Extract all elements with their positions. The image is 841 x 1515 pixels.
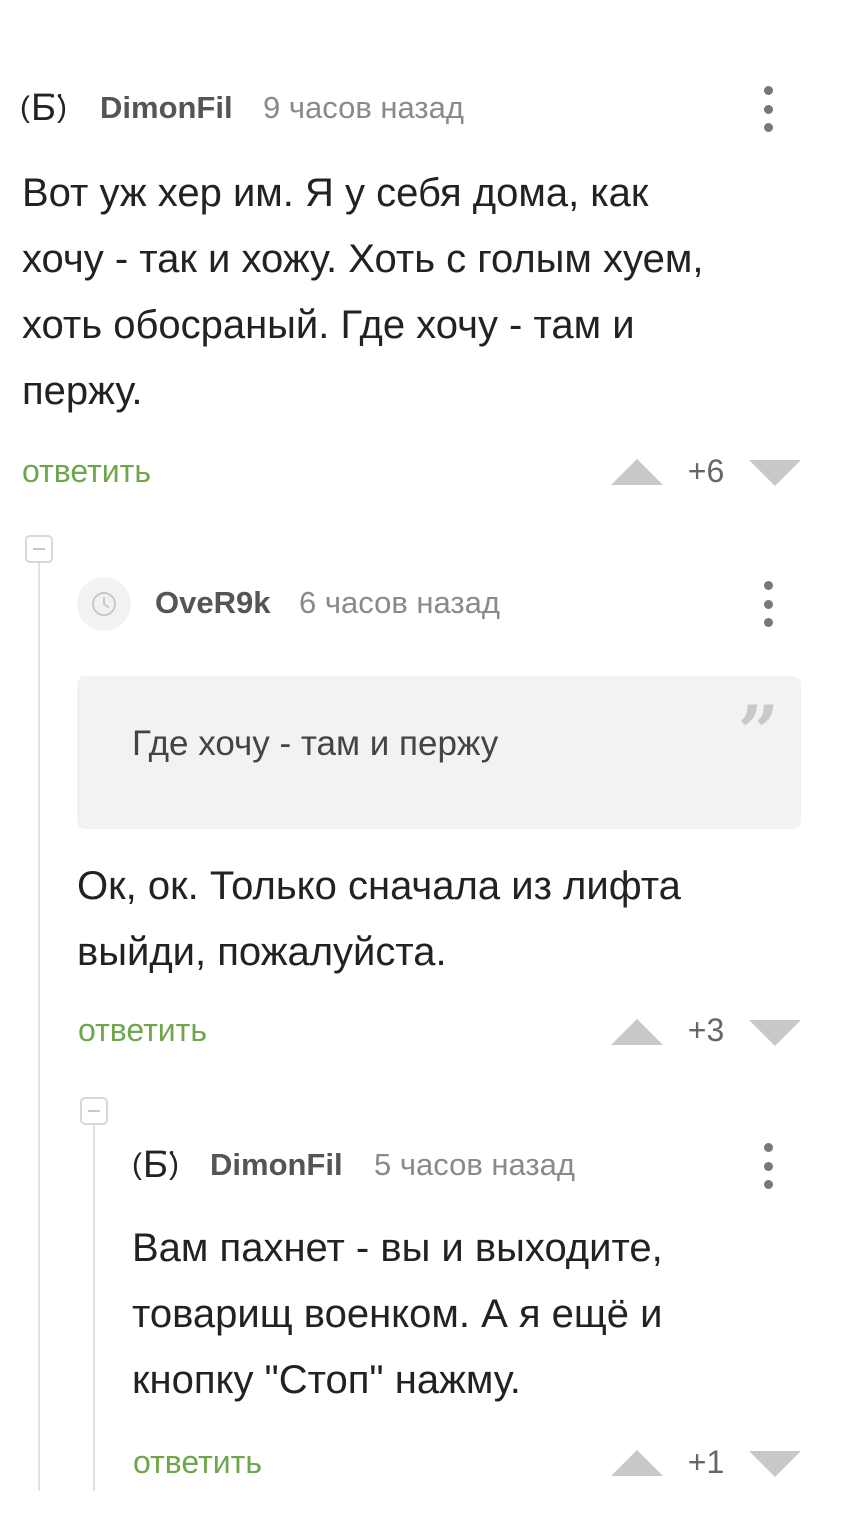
rating: +3 [687, 1012, 725, 1048]
more-options-icon[interactable] [758, 86, 778, 132]
comment-header: OveR9k 6 часов назад [77, 577, 841, 631]
comment: (Б̈) DimonFil 9 часов назад Вот уж хер и… [0, 82, 841, 502]
avatar[interactable] [77, 577, 131, 631]
more-options-icon[interactable] [758, 1143, 778, 1189]
thread-line[interactable] [93, 1125, 95, 1491]
avatar[interactable]: (Б̈) [20, 82, 68, 134]
reply-link[interactable]: ответить [78, 1012, 207, 1049]
downvote-icon[interactable] [749, 1451, 801, 1477]
quote-block: Где хочу - там и пержу ” [77, 676, 801, 829]
avatar[interactable]: (Б̈) [132, 1139, 180, 1191]
more-options-icon[interactable] [758, 581, 778, 627]
collapse-thread-button[interactable] [25, 535, 53, 563]
reply-link[interactable]: ответить [22, 453, 151, 490]
rating: +1 [687, 1444, 725, 1480]
timestamp[interactable]: 9 часов назад [263, 82, 464, 134]
avatar-letter: Б̈ [143, 1144, 169, 1186]
comment-text: Ок, ок. Только сначала из лифта выйди, п… [77, 864, 681, 974]
comment-header: (Б̈) DimonFil 5 часов назад [132, 1139, 841, 1191]
quote-mark-icon: ” [737, 689, 779, 774]
upvote-icon[interactable] [611, 1450, 663, 1476]
comment-text: Вот уж хер им. Я у себя дома, как хочу -… [22, 171, 704, 413]
upvote-icon[interactable] [611, 459, 663, 485]
comment: (Б̈) DimonFil 5 часов назад Вам пахнет -… [132, 1139, 841, 1499]
username[interactable]: OveR9k [155, 577, 270, 629]
downvote-icon[interactable] [749, 1020, 801, 1046]
quote-text: Где хочу - там и пержу [132, 724, 499, 763]
comment-header: (Б̈) DimonFil 9 часов назад [0, 82, 841, 134]
clock-icon [92, 592, 116, 616]
timestamp[interactable]: 5 часов назад [374, 1139, 575, 1191]
username[interactable]: DimonFil [210, 1139, 343, 1191]
rating: +6 [687, 453, 725, 489]
upvote-icon[interactable] [611, 1019, 663, 1045]
thread-line[interactable] [38, 563, 40, 1491]
avatar-letter: Б̈ [31, 87, 57, 129]
collapse-thread-button[interactable] [80, 1097, 108, 1125]
comment: OveR9k 6 часов назад Где хочу - там и пе… [77, 577, 841, 1067]
reply-link[interactable]: ответить [133, 1444, 262, 1481]
username[interactable]: DimonFil [100, 82, 233, 134]
comment-text: Вам пахнет - вы и выходите, товарищ воен… [132, 1226, 663, 1402]
downvote-icon[interactable] [749, 460, 801, 486]
timestamp[interactable]: 6 часов назад [299, 577, 500, 629]
